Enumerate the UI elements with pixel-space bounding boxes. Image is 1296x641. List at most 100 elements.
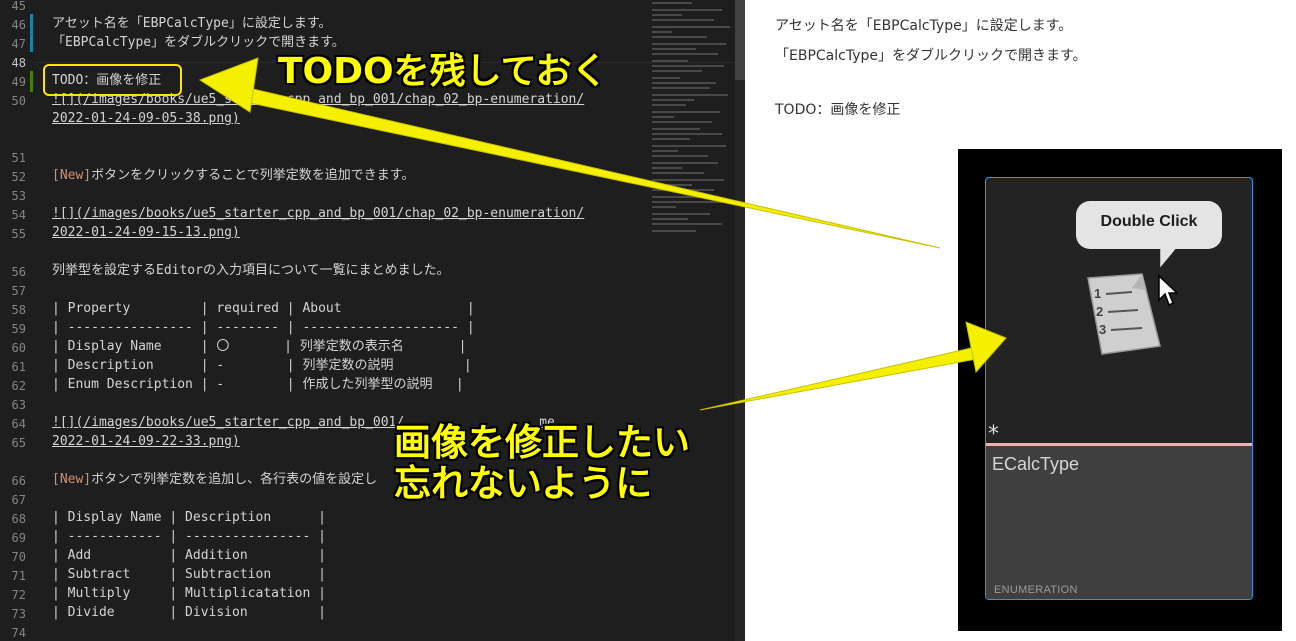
minimap-line bbox=[652, 60, 688, 62]
code-line-72[interactable]: | Subtract | Subtraction | bbox=[52, 565, 326, 584]
line-number: 63 bbox=[11, 398, 26, 412]
image-link-text[interactable]: 2022-01-24-09-05-38.png) bbox=[52, 111, 240, 126]
code-line-62[interactable]: | Description | - | 列挙定数の説明 | bbox=[52, 356, 472, 375]
code-line-55[interactable]: ![](/images/books/ue5_starter_cpp_and_bp… bbox=[52, 204, 584, 223]
code-line-63[interactable]: | Enum Description | - | 作成した列挙型の説明 | bbox=[52, 375, 464, 394]
code-line-57[interactable]: 列挙型を設定するEditorの入力項目について一覧にまとめました。 bbox=[52, 261, 450, 280]
minimap-line bbox=[652, 121, 712, 123]
line-number: 66 bbox=[11, 474, 26, 488]
preview-todo-text: TODO：画像を修正 bbox=[775, 102, 901, 118]
code-line-50-wrap[interactable]: 2022-01-24-09-05-38.png) bbox=[52, 109, 240, 128]
svg-text:2: 2 bbox=[1096, 304, 1103, 319]
enum-asset-tile[interactable]: Double Click 1 2 3 * ECalcType ENUMERATI… bbox=[985, 177, 1253, 600]
line-number: 58 bbox=[11, 303, 26, 317]
line-number: 50 bbox=[11, 94, 26, 108]
code-line-69[interactable]: | Display Name | Description | bbox=[52, 508, 326, 527]
asset-info-panel: ECalcType ENUMERATION bbox=[986, 443, 1252, 599]
code-editor[interactable]: 45 46 47 48 49 50 51 52 53 54 55 56 57 5… bbox=[0, 0, 745, 641]
line-number: 73 bbox=[11, 607, 26, 621]
minimap-line bbox=[652, 19, 714, 21]
minimap-line bbox=[652, 196, 698, 198]
code-line-65-wrap[interactable]: 2022-01-24-09-22-33.png) bbox=[52, 432, 240, 451]
line-number: 55 bbox=[11, 227, 26, 241]
asset-type-label: ENUMERATION bbox=[994, 584, 1078, 596]
vertical-scrollbar[interactable] bbox=[735, 0, 745, 641]
image-link-text[interactable]: 2022-01-24-09-22-33.png) bbox=[52, 434, 240, 449]
minimap-line bbox=[652, 230, 696, 232]
minimap-line bbox=[652, 116, 674, 118]
minimap-line bbox=[652, 14, 682, 16]
new-button-tag: [New] bbox=[52, 472, 92, 487]
minimap-line bbox=[652, 9, 722, 11]
code-line-text: ボタンをクリックすることで列挙定数を追加できます。 bbox=[91, 168, 415, 183]
line-number: 54 bbox=[11, 208, 26, 222]
minimap-line bbox=[652, 99, 694, 101]
line-number: 51 bbox=[11, 151, 26, 165]
code-line-text: ボタンで列挙定数を追加し、各行表の値を設定し bbox=[91, 472, 378, 487]
code-line-46[interactable]: アセット名を「EBPCalcType」に設定します。 bbox=[52, 14, 332, 33]
minimap-line bbox=[652, 43, 726, 45]
minimap-line bbox=[652, 31, 672, 33]
code-line-70[interactable]: | ------------ | ---------------- | bbox=[52, 527, 326, 546]
minimap-line bbox=[652, 36, 707, 38]
minimap-line bbox=[652, 82, 716, 84]
double-click-label: Double Click bbox=[1100, 213, 1198, 230]
mouse-cursor-icon bbox=[1158, 274, 1179, 307]
minimap-line bbox=[652, 70, 702, 72]
code-line-71[interactable]: | Add | Addition | bbox=[52, 546, 326, 565]
code-line-59[interactable]: | Property | required | About | bbox=[52, 299, 475, 318]
minimap-line bbox=[652, 184, 692, 186]
minimap-line bbox=[652, 53, 718, 55]
preview-paragraph-2: 「EBPCalcType」をダブルクリックで開きます。 bbox=[775, 48, 1087, 64]
image-link-text[interactable]: ![](/images/books/ue5_starter_cpp_and_bp… bbox=[52, 415, 404, 430]
double-click-bubble: Double Click bbox=[1076, 201, 1222, 249]
code-line-61[interactable]: | Display Name | 〇 | 列挙定数の表示名 | bbox=[52, 337, 466, 356]
line-number: 48 bbox=[11, 56, 26, 70]
minimap-line bbox=[652, 155, 708, 157]
minimap-line bbox=[652, 128, 700, 130]
callout-dont-forget: 忘れないように bbox=[393, 461, 653, 506]
git-added-marker bbox=[30, 71, 33, 92]
minimap-line bbox=[652, 189, 714, 191]
asset-screenshot: Double Click 1 2 3 * ECalcType ENUMERATI… bbox=[958, 149, 1282, 631]
code-line-60[interactable]: | ---------------- | -------- | --------… bbox=[52, 318, 475, 337]
line-number: 71 bbox=[11, 569, 26, 583]
minimap-line bbox=[652, 172, 704, 174]
line-number: 69 bbox=[11, 531, 26, 545]
line-number: 45 bbox=[11, 0, 26, 13]
image-link-text[interactable]: 2022-01-24-09-15-13.png) bbox=[52, 225, 240, 240]
minimap-line bbox=[652, 87, 710, 89]
code-line-53[interactable]: [New]ボタンをクリックすることで列挙定数を追加できます。 bbox=[52, 166, 414, 185]
scrollbar-thumb[interactable] bbox=[735, 0, 745, 80]
line-number: 59 bbox=[11, 322, 26, 336]
code-line-55-wrap[interactable]: 2022-01-24-09-15-13.png) bbox=[52, 223, 240, 242]
line-number: 70 bbox=[11, 550, 26, 564]
svg-text:3: 3 bbox=[1099, 322, 1106, 337]
line-number: 61 bbox=[11, 360, 26, 374]
new-button-tag: [New] bbox=[52, 168, 92, 183]
minimap[interactable] bbox=[650, 0, 732, 641]
minimap-line bbox=[652, 167, 682, 169]
minimap-line bbox=[652, 218, 688, 220]
line-number: 62 bbox=[11, 379, 26, 393]
image-link-text[interactable]: ![](/images/books/ue5_starter_cpp_and_bp… bbox=[52, 206, 584, 221]
markdown-preview: アセット名を「EBPCalcType」に設定します。 「EBPCalcType」… bbox=[745, 0, 1296, 641]
code-line-67[interactable]: [New]ボタンで列挙定数を追加し、各行表の値を設定し bbox=[52, 470, 377, 489]
minimap-line bbox=[652, 104, 686, 106]
minimap-line bbox=[652, 138, 690, 140]
line-number: 67 bbox=[11, 493, 26, 507]
code-line-74[interactable]: | Divide | Division | bbox=[52, 603, 326, 622]
image-link-text[interactable]: ![](/images/books/ue5_starter_cpp_and_bp… bbox=[52, 92, 584, 107]
minimap-line bbox=[652, 223, 722, 225]
preview-paragraph-1: アセット名を「EBPCalcType」に設定します。 bbox=[775, 18, 1073, 34]
line-number: 47 bbox=[11, 37, 26, 51]
callout-leave-todo: TODOを残しておく bbox=[277, 50, 608, 93]
minimap-line bbox=[652, 111, 720, 113]
minimap-line bbox=[652, 201, 730, 203]
code-line-73[interactable]: | Multiply | Multiplicatation | bbox=[52, 584, 326, 603]
line-number: 60 bbox=[11, 341, 26, 355]
line-number: 53 bbox=[11, 189, 26, 203]
minimap-line bbox=[652, 206, 676, 208]
line-number: 65 bbox=[11, 436, 26, 450]
minimap-line bbox=[652, 179, 724, 181]
